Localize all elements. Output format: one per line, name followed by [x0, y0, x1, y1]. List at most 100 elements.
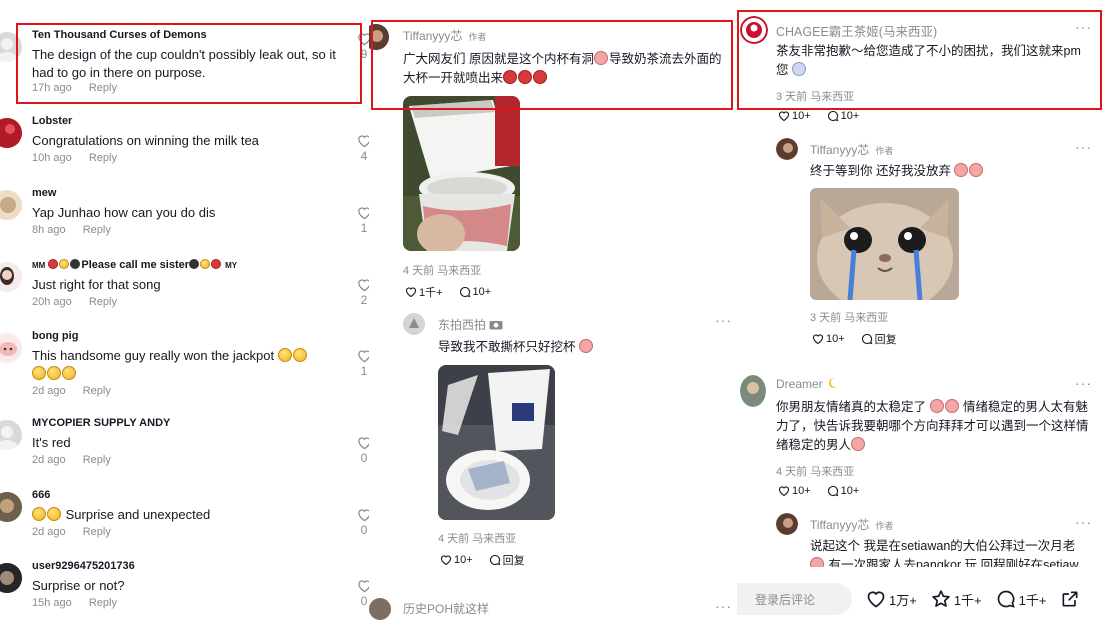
heart-icon[interactable]	[778, 110, 790, 122]
avatar[interactable]	[369, 598, 391, 620]
more-options-icon[interactable]: ···	[1075, 19, 1092, 35]
reply-button[interactable]: 回复	[861, 331, 897, 347]
avatar[interactable]	[0, 190, 22, 220]
comment-bubble-icon[interactable]	[996, 589, 1016, 609]
avatar[interactable]	[0, 262, 22, 292]
like-button[interactable]: 1千+	[405, 284, 443, 300]
pig-emoji-icon	[944, 399, 959, 413]
comments-button[interactable]: 1千+	[996, 589, 1046, 609]
more-options-icon[interactable]: ···	[1075, 375, 1092, 391]
comment-text: Surprise and unexpected	[32, 506, 342, 524]
crying-cat-sticker[interactable]	[810, 188, 959, 300]
comment-input[interactable]: 登录后评论	[737, 583, 852, 615]
comment-date-location: 4 天前 马来西亚	[438, 533, 517, 545]
favorite-button[interactable]: 1千+	[931, 589, 982, 609]
avatar[interactable]	[776, 138, 798, 160]
comment-photo[interactable]	[403, 96, 520, 251]
comment-meta: 2d ago Reply	[32, 385, 111, 397]
comment-bubble-icon[interactable]	[459, 286, 471, 298]
heart-icon[interactable]	[866, 589, 886, 609]
comment-text: Yap Junhao how can you do dis	[32, 205, 216, 220]
like-button[interactable]: 10+	[812, 333, 845, 345]
comment-bottom-bar: 登录后评论 1万+ 1千+ 1千+	[737, 578, 1110, 620]
comment-username[interactable]: mew	[32, 187, 56, 199]
like-video-button[interactable]: 1万+	[866, 589, 917, 609]
avatar[interactable]	[776, 513, 798, 535]
avatar[interactable]	[0, 333, 22, 363]
reply-button[interactable]: Reply	[89, 152, 117, 164]
comment-photo[interactable]	[438, 365, 555, 520]
comment-username[interactable]: MYCOPIER SUPPLY ANDY	[32, 417, 170, 429]
star-icon[interactable]	[931, 589, 951, 609]
comment-text-body: 广大网友们 原因就是这个内杯有洞	[403, 52, 594, 66]
more-options-icon[interactable]: ···	[1075, 514, 1092, 530]
like-button[interactable]: 10+	[778, 110, 811, 122]
reply-count-button[interactable]: 10+	[827, 485, 859, 497]
avatar[interactable]	[403, 313, 425, 335]
comment-text: It's red	[32, 435, 71, 450]
reply-button[interactable]: Reply	[89, 597, 117, 609]
avatar[interactable]	[0, 492, 22, 522]
camera-icon	[489, 321, 503, 330]
reply-count-button[interactable]: 10+	[459, 286, 491, 298]
comment-text-body: 你男朋友情绪真的太稳定了	[776, 400, 927, 414]
avatar[interactable]	[0, 420, 22, 450]
like-button[interactable]: 10+	[440, 554, 473, 566]
reply-button[interactable]: Reply	[83, 526, 111, 538]
reply-button[interactable]: Reply	[89, 82, 117, 94]
comment-username[interactable]: MM Please call me sister MY	[32, 259, 237, 271]
reply-count-button[interactable]: 10+	[827, 110, 859, 122]
comment-username[interactable]: bong pig	[32, 330, 78, 342]
comment-username[interactable]: Tiffanyyy芯 作者	[810, 141, 893, 158]
emoji-icon	[211, 259, 222, 269]
comment-username[interactable]: 历史POH就这样	[403, 600, 489, 617]
avatar[interactable]	[0, 118, 22, 148]
pig-emoji-icon	[593, 51, 608, 65]
favorite-count: 1千+	[953, 592, 982, 608]
reply-button[interactable]: Reply	[83, 454, 111, 466]
comment-bubble-icon[interactable]	[861, 333, 873, 345]
comment-username[interactable]: Ten Thousand Curses of Demons	[32, 29, 207, 41]
comment-username[interactable]: CHAGEE霸王茶姬(马来西亚)	[776, 21, 937, 40]
more-options-icon[interactable]: ···	[715, 598, 732, 614]
more-options-icon[interactable]: ···	[1075, 139, 1092, 155]
reply-button[interactable]: 回复	[489, 552, 525, 568]
comment-time: 2d ago	[32, 454, 66, 466]
comment-bubble-icon[interactable]	[827, 110, 839, 122]
share-button[interactable]	[1060, 589, 1080, 609]
angry-emoji-icon	[533, 70, 548, 84]
brand-logo-avatar[interactable]	[740, 16, 768, 44]
comment-username[interactable]: Lobster	[32, 115, 72, 127]
heart-icon[interactable]	[812, 333, 824, 345]
comment-username[interactable]: 666	[32, 489, 50, 501]
comment-actions: 10+ 回复	[440, 552, 525, 568]
reply-button[interactable]: Reply	[89, 296, 117, 308]
more-options-icon[interactable]: ···	[715, 312, 732, 328]
comment-username[interactable]: user9296475201736	[32, 560, 135, 572]
avatar[interactable]	[0, 563, 22, 593]
reply-button[interactable]: Reply	[83, 385, 111, 397]
comment-bubble-icon[interactable]	[827, 485, 839, 497]
share-icon[interactable]	[1060, 589, 1080, 609]
avatar[interactable]	[0, 32, 22, 62]
comment-username[interactable]: 东拍西拍	[438, 316, 503, 333]
avatar[interactable]	[369, 24, 389, 50]
comment-text: The design of the cup couldn't possibly …	[32, 47, 336, 80]
comment-username[interactable]: Dreamer	[776, 377, 838, 391]
heart-icon[interactable]	[440, 554, 452, 566]
reply-button[interactable]: Reply	[83, 224, 111, 236]
avatar[interactable]	[740, 375, 766, 407]
username-suffix: MY	[225, 261, 238, 270]
like-button[interactable]: 10+	[778, 485, 811, 497]
heart-icon[interactable]	[405, 286, 417, 298]
comment-time: 17h ago	[32, 82, 72, 94]
comment-username[interactable]: Tiffanyyy芯 作者	[810, 516, 893, 533]
comment-meta: 2d ago Reply	[32, 454, 111, 466]
emoji-icon	[48, 259, 59, 269]
comment-time: 20h ago	[32, 296, 72, 308]
author-badge: 作者	[468, 32, 487, 42]
comment-bubble-icon[interactable]	[489, 554, 501, 566]
like-count: 1千+	[419, 287, 443, 299]
heart-icon[interactable]	[778, 485, 790, 497]
comment-username[interactable]: Tiffanyyy芯 作者	[403, 27, 486, 44]
